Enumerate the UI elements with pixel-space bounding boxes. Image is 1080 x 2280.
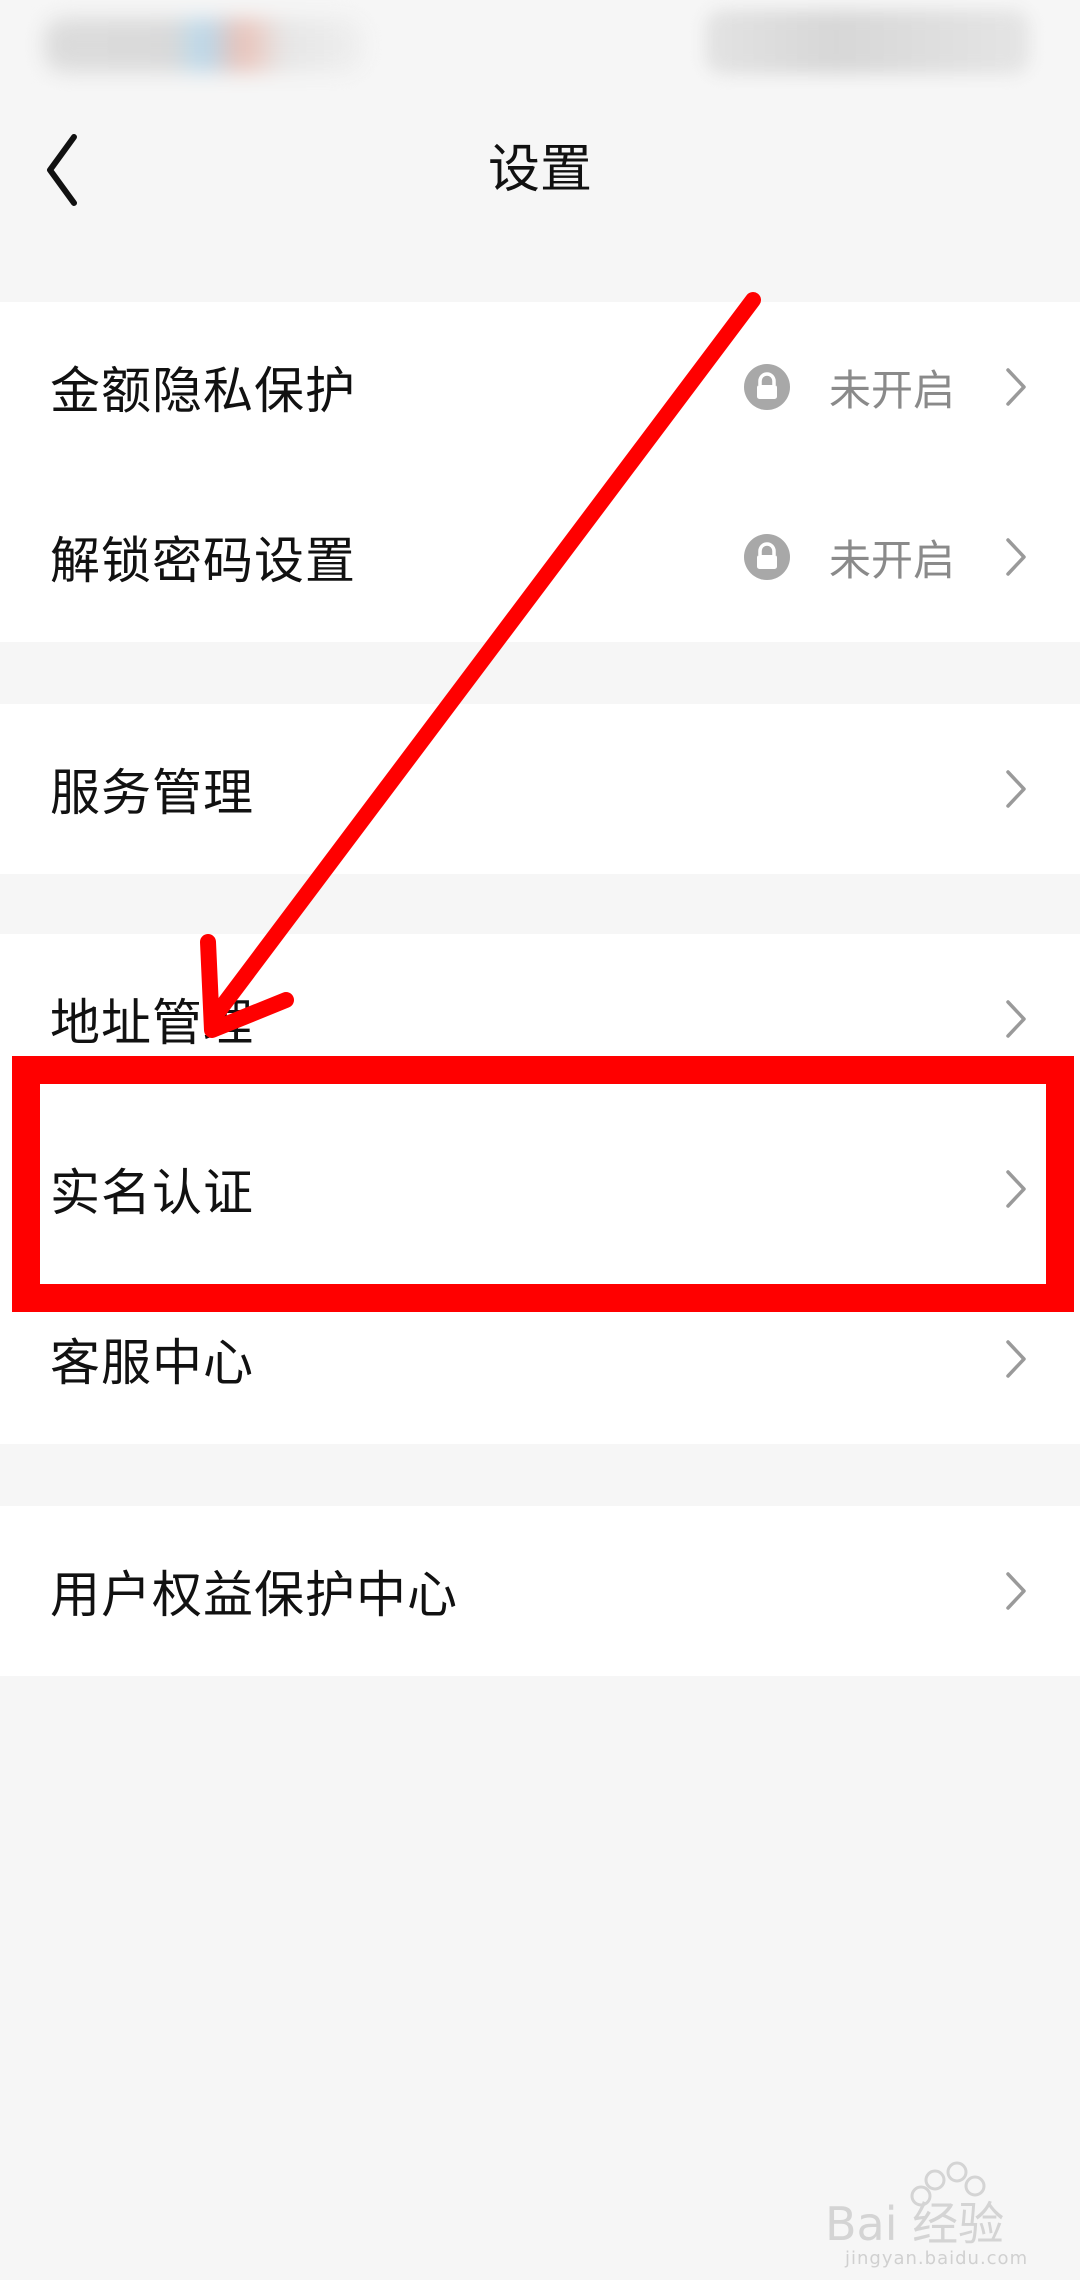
status-text: 未开启 [828, 365, 955, 415]
settings-group-services: 服务管理 [0, 704, 1080, 874]
settings-group-rights: 用户权益保护中心 [0, 1506, 1080, 1676]
baidu-jingyan-watermark: Bai 经验 [825, 2161, 1004, 2251]
settings-item-customer-service[interactable]: 客服中心 [0, 1274, 1080, 1444]
settings-item-real-name-verification[interactable]: 实名认证 [0, 1104, 1080, 1274]
status-bar [0, 0, 1080, 90]
chevron-right-icon [1006, 538, 1026, 576]
watermark-logo-text: Bai 经验 [825, 2197, 1004, 2251]
chevron-right-icon [1006, 1170, 1026, 1208]
lock-icon [744, 534, 790, 580]
settings-item-address-management[interactable]: 地址管理 [0, 934, 1080, 1104]
settings-item-label: 地址管理 [50, 994, 254, 1052]
settings-item-label: 客服中心 [50, 1334, 254, 1392]
settings-item-service-management[interactable]: 服务管理 [0, 704, 1080, 874]
lock-icon [744, 364, 790, 410]
status-text: 未开启 [828, 535, 955, 585]
chevron-right-icon [1006, 368, 1026, 406]
chevron-right-icon [1006, 1572, 1026, 1610]
nav-bar: 设置 [0, 110, 1080, 230]
settings-item-label: 实名认证 [50, 1164, 254, 1222]
status-bar-blurred-left [44, 18, 364, 72]
settings-group-privacy: 金额隐私保护 未开启 解锁密码设置 未开启 [0, 302, 1080, 642]
settings-page: 设置 金额隐私保护 未开启 解锁密码设置 未开启 服务管理 地址管理 实名认证 … [0, 0, 1080, 2280]
settings-item-unlock-password[interactable]: 解锁密码设置 未开启 [0, 472, 1080, 642]
settings-item-label: 用户权益保护中心 [50, 1566, 458, 1624]
settings-group-account: 地址管理 实名认证 客服中心 [0, 934, 1080, 1444]
chevron-right-icon [1006, 770, 1026, 808]
chevron-right-icon [1006, 1340, 1026, 1378]
settings-item-amount-privacy[interactable]: 金额隐私保护 未开启 [0, 302, 1080, 472]
settings-item-user-rights-center[interactable]: 用户权益保护中心 [0, 1506, 1080, 1676]
status-bar-blurred-right [705, 10, 1030, 74]
settings-item-label: 服务管理 [50, 764, 254, 822]
settings-item-label: 解锁密码设置 [50, 532, 356, 590]
settings-item-label: 金额隐私保护 [50, 362, 356, 420]
chevron-right-icon [1006, 1000, 1026, 1038]
page-title: 设置 [487, 140, 592, 200]
watermark-url: jingyan.baidu.com [845, 2248, 1029, 2269]
